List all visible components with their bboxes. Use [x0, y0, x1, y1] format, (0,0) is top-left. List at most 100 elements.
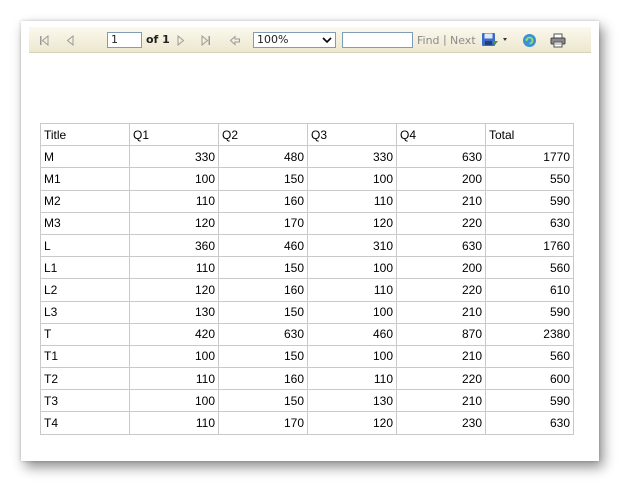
table-cell: 630 — [485, 411, 574, 435]
table-cell: 100 — [129, 344, 219, 369]
table-row: T 420 630 460 870 2380 — [40, 322, 574, 346]
table-row: T1 100 150 100 210 560 — [40, 344, 574, 369]
table-cell: 160 — [218, 367, 308, 391]
page-count-label: of 1 — [146, 33, 170, 46]
report-toolbar: 1 of 1 100% Find | Next — [29, 27, 591, 53]
table-cell: 110 — [307, 367, 397, 391]
find-text-input[interactable] — [342, 32, 413, 48]
column-header: Title — [40, 122, 130, 147]
table-cell: 560 — [485, 344, 574, 369]
table-row: L2 120 160 110 220 610 — [40, 278, 574, 302]
table-row: T3 100 150 130 210 590 — [40, 389, 574, 413]
table-cell: 100 — [307, 167, 397, 191]
table-cell: T4 — [40, 411, 130, 435]
table-row: L3 130 150 100 210 590 — [40, 300, 574, 324]
table-cell: 210 — [396, 389, 486, 413]
table-cell: 110 — [307, 278, 397, 302]
refresh-icon — [522, 33, 536, 47]
export-button[interactable] — [480, 27, 510, 53]
toolbar-separator: | — [443, 33, 447, 46]
column-header: Q3 — [307, 122, 397, 147]
table-cell: 110 — [129, 411, 219, 435]
table-cell: 310 — [307, 233, 397, 258]
table-cell: 120 — [307, 411, 397, 435]
find-link[interactable]: Find — [417, 34, 440, 47]
next-page-icon — [177, 34, 185, 46]
table-cell: 870 — [396, 322, 486, 346]
table-cell: 170 — [218, 411, 308, 435]
table-cell: T3 — [40, 389, 130, 413]
find-next-link[interactable]: Next — [450, 34, 476, 47]
table-row: L 360 460 310 630 1760 — [40, 233, 574, 258]
first-page-button[interactable] — [37, 27, 51, 53]
table-cell: 120 — [129, 278, 219, 302]
table-cell: 100 — [307, 256, 397, 280]
back-to-parent-icon — [229, 34, 240, 46]
table-cell: 150 — [218, 256, 308, 280]
table-cell: 630 — [396, 145, 486, 169]
table-cell: 590 — [485, 300, 574, 324]
table-row: T2 110 160 110 220 600 — [40, 367, 574, 391]
table-cell: 360 — [129, 233, 219, 258]
last-page-icon — [201, 34, 210, 46]
table-cell: M2 — [40, 189, 130, 213]
table-cell: T2 — [40, 367, 130, 391]
table-cell: T1 — [40, 344, 130, 369]
table-cell: 590 — [485, 189, 574, 213]
table-cell: 210 — [396, 189, 486, 213]
table-cell: 2380 — [485, 322, 574, 346]
table-cell: 600 — [485, 367, 574, 391]
table-cell: 200 — [396, 256, 486, 280]
table-cell: T — [40, 322, 130, 346]
table-cell: 330 — [307, 145, 397, 169]
table-cell: 560 — [485, 256, 574, 280]
export-icon — [482, 33, 507, 46]
table-cell: 160 — [218, 189, 308, 213]
table-cell: 100 — [307, 300, 397, 324]
column-header: Q4 — [396, 122, 486, 147]
column-header: Q1 — [129, 122, 219, 147]
table-cell: 130 — [129, 300, 219, 324]
table-cell: 220 — [396, 211, 486, 235]
table-header-row: Title Q1 Q2 Q3 Q4 Total — [40, 122, 574, 147]
table-cell: L2 — [40, 278, 130, 302]
next-page-button[interactable] — [174, 27, 188, 53]
table-cell: 110 — [129, 189, 219, 213]
table-cell: 460 — [218, 233, 308, 258]
table-cell: 1770 — [485, 145, 574, 169]
current-page-input[interactable]: 1 — [107, 32, 142, 48]
report-viewer: 1 of 1 100% Find | Next Title Q1 Q2 Q3 Q… — [21, 21, 599, 461]
last-page-button[interactable] — [197, 27, 213, 53]
table-cell: 150 — [218, 389, 308, 413]
table-cell: M3 — [40, 211, 130, 235]
table-cell: 610 — [485, 278, 574, 302]
table-cell: 120 — [129, 211, 219, 235]
table-row: T4 110 170 120 230 630 — [40, 411, 574, 435]
table-cell: 100 — [307, 344, 397, 369]
table-cell: 1760 — [485, 233, 574, 258]
table-cell: L1 — [40, 256, 130, 280]
column-header: Q2 — [218, 122, 308, 147]
table-cell: 150 — [218, 344, 308, 369]
print-button[interactable] — [548, 27, 568, 53]
chevron-down-icon — [322, 37, 332, 44]
table-cell: L — [40, 233, 130, 258]
table-cell: 150 — [218, 300, 308, 324]
table-cell: 630 — [485, 211, 574, 235]
table-cell: 230 — [396, 411, 486, 435]
first-page-icon — [39, 34, 48, 46]
table-cell: 590 — [485, 389, 574, 413]
table-cell: 110 — [129, 367, 219, 391]
table-cell: 220 — [396, 278, 486, 302]
refresh-button[interactable] — [520, 27, 538, 53]
table-cell: 630 — [396, 233, 486, 258]
table-row: M3 120 170 120 220 630 — [40, 211, 574, 235]
back-to-parent-button[interactable] — [227, 27, 243, 53]
table-cell: 330 — [129, 145, 219, 169]
table-cell: 170 — [218, 211, 308, 235]
zoom-select[interactable]: 100% — [253, 32, 336, 48]
table-row: L1 110 150 100 200 560 — [40, 256, 574, 280]
previous-page-icon — [66, 34, 74, 46]
previous-page-button[interactable] — [63, 27, 77, 53]
column-header: Total — [485, 122, 574, 147]
